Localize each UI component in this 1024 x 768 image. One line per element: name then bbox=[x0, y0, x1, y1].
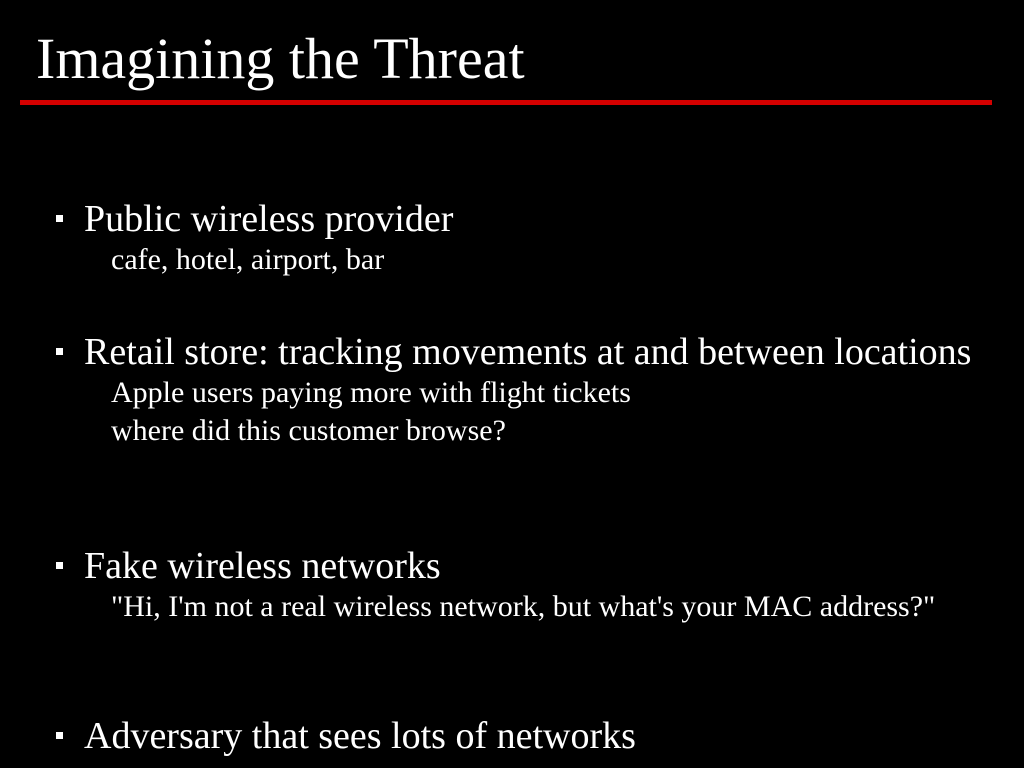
bullet-fake-networks: Fake wireless networks "Hi, I'm not a re… bbox=[56, 544, 984, 626]
bullet-retail-store: Retail store: tracking movements at and … bbox=[56, 330, 984, 450]
bullet-square-icon bbox=[56, 732, 63, 739]
bullet-public-wireless: Public wireless provider cafe, hotel, ai… bbox=[56, 197, 984, 279]
slide-title: Imagining the Threat bbox=[36, 26, 525, 91]
sub-bullet-text: cafe, hotel, airport, bar bbox=[111, 243, 385, 276]
sub-bullet-text: Apple users paying more with flight tick… bbox=[111, 376, 631, 409]
bullet-square-icon bbox=[56, 215, 63, 222]
sub-bullet-text: where did this customer browse? bbox=[111, 414, 506, 447]
bullet-text: Fake wireless networks bbox=[84, 545, 441, 587]
bullet-square-icon bbox=[56, 562, 63, 569]
bullet-text: Public wireless provider bbox=[84, 198, 454, 240]
bullet-adversary: Adversary that sees lots of networks bbox=[56, 714, 984, 758]
bullet-text: Adversary that sees lots of networks bbox=[84, 715, 636, 757]
bullet-square-icon bbox=[56, 348, 63, 355]
bullet-text: Retail store: tracking movements at and … bbox=[84, 331, 972, 373]
sub-bullet-text: "Hi, I'm not a real wireless network, bu… bbox=[111, 590, 936, 623]
title-underline bbox=[20, 100, 992, 105]
